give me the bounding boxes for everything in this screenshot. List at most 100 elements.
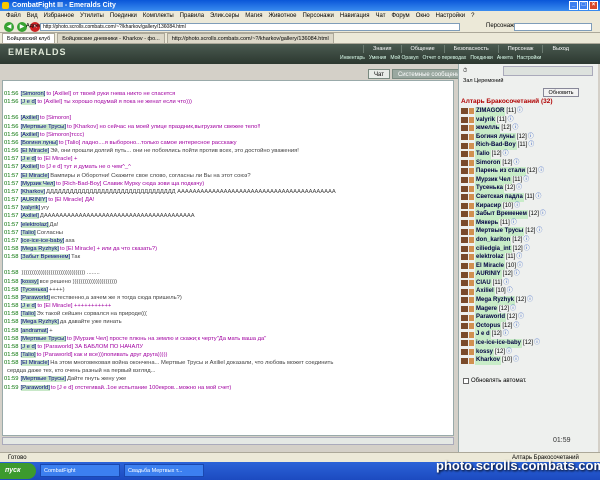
user-list-item[interactable]: Парень из стали [12] ⓘ xyxy=(461,167,597,176)
chat-nick[interactable]: [Тусенька] xyxy=(20,286,49,293)
game-nav-item[interactable]: Общение xyxy=(400,45,444,53)
chat-nick[interactable]: [andramat] xyxy=(20,327,49,334)
user-info-icon[interactable]: ⓘ xyxy=(512,124,518,133)
menu-item[interactable]: Персонажи xyxy=(302,13,333,19)
user-list-item[interactable]: don_kariton [12] ⓘ xyxy=(461,235,597,245)
browser-tab[interactable]: Бойцовские дневники - Kharkov - фо... xyxy=(57,33,165,43)
user-name[interactable]: valyrik xyxy=(475,115,497,125)
game-subnav-item[interactable]: Мой Оракул xyxy=(390,54,418,62)
menu-item[interactable]: Комплекты xyxy=(143,13,174,19)
user-list-item[interactable]: Богиня луны [12] ⓘ xyxy=(461,132,597,142)
menu-item[interactable]: Поединки xyxy=(110,13,137,19)
user-name[interactable]: Богиня луны xyxy=(475,132,516,142)
menu-item[interactable]: Утилиты xyxy=(80,13,104,19)
user-list-item[interactable]: Rich-Bad-Boy [11] ⓘ xyxy=(461,141,597,150)
game-subnav-item[interactable]: Анкета xyxy=(497,54,513,62)
user-info-icon[interactable]: ⓘ xyxy=(516,184,522,193)
user-info-icon[interactable]: ⓘ xyxy=(528,133,534,142)
chat-nick[interactable]: [AURINIY] xyxy=(20,197,48,204)
game-subnav-item[interactable]: Поединки xyxy=(470,54,493,62)
browser-tab[interactable]: http://photo.scrolls.combats.com/~?/khar… xyxy=(166,33,334,43)
user-name[interactable]: Мурзик Чел xyxy=(475,175,512,185)
chat-nick[interactable]: [Axiliel] xyxy=(20,213,39,220)
chat-nick[interactable]: [Mega Ryzhyk] xyxy=(20,245,59,252)
chat-nick[interactable]: [Богиня луны] xyxy=(20,139,58,146)
user-list-item[interactable]: Kharkov [10] ⓘ xyxy=(461,356,597,365)
user-info-icon[interactable]: ⓘ xyxy=(523,176,529,185)
user-name[interactable]: Парень из стали xyxy=(475,167,527,176)
user-name[interactable]: Rich-Bad-Boy xyxy=(475,141,517,150)
start-button[interactable]: пуск xyxy=(0,463,36,479)
user-list-item[interactable]: ice-ice-ice-baby [12] ⓘ xyxy=(461,339,597,348)
chat-nick[interactable]: [Axiliel] xyxy=(20,115,39,122)
user-name[interactable]: J e d xyxy=(475,330,491,340)
user-list-item[interactable]: Mega Ryzhyk [12] ⓘ xyxy=(461,296,597,305)
user-name[interactable]: CIAU xyxy=(475,278,492,288)
menu-item[interactable]: ? xyxy=(471,13,474,19)
taskbar-item-combatfight[interactable]: CombatFight xyxy=(40,464,120,477)
user-list-item[interactable]: Мертвые Трусы [12] ⓘ xyxy=(461,227,597,236)
game-nav-item[interactable]: Выход xyxy=(542,45,577,53)
user-list-item[interactable]: жмелль [12] ⓘ xyxy=(461,124,597,133)
chat-nick[interactable]: [J e d] xyxy=(20,303,37,310)
user-list-item[interactable]: Talio [12] ⓘ xyxy=(461,149,597,159)
refresh-button[interactable]: Обновить xyxy=(543,88,579,97)
user-list-item[interactable]: CIAU [11] ⓘ xyxy=(461,278,597,288)
user-name[interactable]: Talio xyxy=(475,149,491,159)
user-info-icon[interactable]: ⓘ xyxy=(528,141,534,150)
character-search-input[interactable] xyxy=(514,23,592,31)
chat-nick[interactable]: [Axiliel] xyxy=(20,164,39,171)
user-info-icon[interactable]: ⓘ xyxy=(516,253,522,262)
user-list-item[interactable]: Кирасир [10] ⓘ xyxy=(461,201,597,211)
user-info-icon[interactable]: ⓘ xyxy=(513,356,519,365)
chat-nick[interactable]: [elektrolaz] xyxy=(20,221,49,228)
menu-item[interactable]: Навигация xyxy=(340,13,370,19)
user-name[interactable]: Kharkov xyxy=(475,356,502,365)
user-info-icon[interactable]: ⓘ xyxy=(513,159,519,168)
chat-input[interactable] xyxy=(2,437,454,445)
game-nav-item[interactable]: Безопасность xyxy=(443,45,498,53)
chat-nick[interactable]: [Мурзик Чел] xyxy=(20,180,55,187)
chat-nick[interactable]: [ice-ice-ice-baby] xyxy=(20,237,65,244)
user-name[interactable]: don_kariton xyxy=(475,235,512,245)
chat-nick[interactable]: [Talio] xyxy=(20,311,36,318)
menu-item[interactable]: Файл xyxy=(6,13,21,19)
user-info-icon[interactable]: ⓘ xyxy=(510,305,516,314)
user-list-item[interactable]: El Miracle [10] ⓘ xyxy=(461,261,597,271)
user-name[interactable]: Тусенька xyxy=(475,184,504,193)
chat-tab[interactable]: Чат xyxy=(368,69,390,79)
chat-nick[interactable]: [J e d] xyxy=(20,156,37,163)
user-name[interactable]: Светская падла xyxy=(475,192,524,202)
user-list-item[interactable]: valyrik [11] ⓘ xyxy=(461,115,597,125)
menu-item[interactable]: Правила xyxy=(180,13,204,19)
menu-item[interactable]: Настройки xyxy=(436,13,465,19)
back-icon[interactable]: ◀ xyxy=(4,21,14,32)
chat-nick[interactable]: [kossy] xyxy=(20,278,39,285)
chat-nick[interactable]: [Talio] xyxy=(20,229,36,236)
auto-update-checkbox[interactable] xyxy=(463,378,469,384)
user-info-icon[interactable]: ⓘ xyxy=(540,210,546,219)
user-list-item[interactable]: Мякерь [11] ⓘ xyxy=(461,218,597,228)
user-list-item[interactable]: ciliedgia_int [12] ⓘ xyxy=(461,244,597,254)
game-subnav-item[interactable]: Умения xyxy=(369,54,386,62)
user-info-icon[interactable]: ⓘ xyxy=(535,193,541,202)
menu-item[interactable]: Элик.серы xyxy=(210,13,239,19)
user-info-icon[interactable]: ⓘ xyxy=(503,150,509,159)
user-name[interactable]: Paraworld xyxy=(475,313,507,322)
user-list-item[interactable]: elektrolaz [11] ⓘ xyxy=(461,253,597,262)
user-info-icon[interactable]: ⓘ xyxy=(507,287,513,296)
game-nav-item[interactable]: Персонаж xyxy=(497,45,543,53)
user-name[interactable]: Octopus xyxy=(475,321,502,331)
chat-nick[interactable]: [El Miracle] xyxy=(20,172,50,179)
user-info-icon[interactable]: ⓘ xyxy=(506,348,512,357)
user-name[interactable]: AURINIY xyxy=(475,270,502,279)
user-list-item[interactable]: AURINIY [12] ⓘ xyxy=(461,270,597,279)
user-name[interactable]: Мертвые Трусы xyxy=(475,227,525,236)
chat-nick[interactable]: [Simoron] xyxy=(20,91,46,97)
user-list-item[interactable]: J e d [12] ⓘ xyxy=(461,330,597,340)
user-name[interactable]: El Miracle xyxy=(475,261,506,271)
user-info-icon[interactable]: ⓘ xyxy=(517,262,523,271)
user-list-item[interactable]: Тусенька [12] ⓘ xyxy=(461,184,597,193)
chat-nick[interactable]: [J e d] xyxy=(20,343,37,350)
user-info-icon[interactable]: ⓘ xyxy=(503,330,509,339)
